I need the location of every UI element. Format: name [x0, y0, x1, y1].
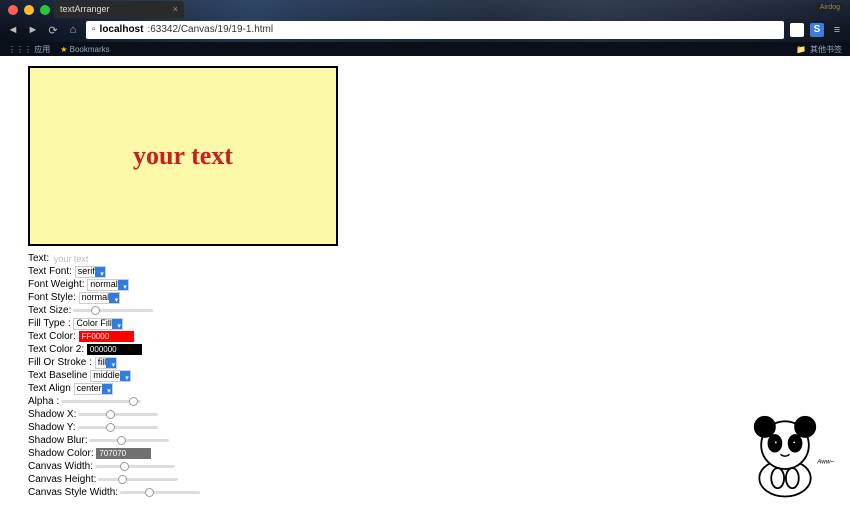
url-host: localhost — [100, 21, 144, 39]
align-select[interactable]: center▾ — [74, 383, 113, 395]
cheight-label: Canvas Height: — [28, 473, 96, 486]
weight-label: Font Weight: — [28, 278, 85, 291]
bookmarks-bar: ⋮⋮⋮ 应用 ★ Bookmarks 📁 其他书签 — [0, 42, 850, 56]
menu-icon[interactable]: ≡ — [830, 24, 844, 36]
cheight-slider[interactable] — [98, 478, 178, 481]
page-content: your text Text: Text Font: serif▾ Font W… — [0, 56, 850, 500]
svg-text:Aww~: Aww~ — [816, 459, 834, 466]
text-input[interactable] — [52, 254, 122, 264]
forward-icon[interactable]: ► — [26, 24, 40, 36]
ext-icon-1[interactable] — [790, 23, 804, 37]
shadowcolor-input[interactable]: 707070 — [96, 448, 151, 459]
shadowblur-label: Shadow Blur: — [28, 434, 87, 447]
bookmarks-link[interactable]: ★ Bookmarks — [60, 45, 109, 54]
baseline-select[interactable]: middle▾ — [90, 370, 131, 382]
fillstroke-label: Fill Or Stroke : — [28, 356, 92, 369]
canvas-preview: your text — [28, 66, 338, 246]
address-bar-row: ◄ ► ⟳ ⌂ ▫ localhost:63342/Canvas/19/19-1… — [0, 18, 850, 42]
fillstroke-select[interactable]: fill▾ — [95, 357, 118, 369]
other-bookmarks[interactable]: 📁 其他书签 — [796, 44, 842, 55]
shadowx-slider[interactable] — [78, 413, 158, 416]
shadowy-label: Shadow Y: — [28, 421, 76, 434]
baseline-label: Text Baseline — [28, 369, 87, 382]
close-tab-icon[interactable]: × — [173, 1, 178, 18]
align-label: Text Align — [28, 382, 71, 395]
color2-label: Text Color 2: — [28, 343, 84, 356]
shadowx-label: Shadow X: — [28, 408, 76, 421]
url-path: :63342/Canvas/19/19-1.html — [147, 21, 273, 39]
shadowblur-slider[interactable] — [89, 439, 169, 442]
text-label: Text: — [28, 252, 49, 265]
alpha-slider[interactable] — [61, 400, 141, 403]
filltype-label: Fill Type : — [28, 317, 71, 330]
reload-icon[interactable]: ⟳ — [46, 24, 60, 37]
color2-input[interactable]: 000000 — [87, 344, 142, 355]
alpha-label: Alpha : — [28, 395, 59, 408]
color1-input[interactable]: FF0000 — [79, 331, 135, 342]
cswidth-slider[interactable] — [120, 491, 200, 494]
font-select[interactable]: serif▾ — [75, 266, 106, 278]
browser-tab[interactable]: textArranger × — [54, 1, 184, 18]
shadowcolor-label: Shadow Color: — [28, 447, 94, 460]
shadowy-slider[interactable] — [78, 426, 158, 429]
extension-icons: S ≡ — [790, 23, 844, 37]
url-input[interactable]: ▫ localhost:63342/Canvas/19/19-1.html — [86, 21, 784, 39]
font-label: Text Font: — [28, 265, 72, 278]
back-icon[interactable]: ◄ — [6, 24, 20, 36]
canvas-text: your text — [133, 141, 233, 171]
cwidth-label: Canvas Width: — [28, 460, 93, 473]
minimize-icon[interactable] — [24, 5, 34, 15]
browser-chrome: Airdog textArranger × ◄ ► ⟳ ⌂ ▫ localhos… — [0, 0, 850, 42]
controls-panel: Text: Text Font: serif▾ Font Weight: nor… — [28, 252, 850, 499]
home-icon[interactable]: ⌂ — [66, 24, 80, 36]
ext-icon-s[interactable]: S — [810, 23, 824, 37]
size-label: Text Size: — [28, 304, 71, 317]
window-controls[interactable] — [8, 5, 50, 15]
size-slider[interactable] — [73, 309, 153, 312]
cwidth-slider[interactable] — [95, 465, 175, 468]
weight-select[interactable]: normal▾ — [87, 279, 129, 291]
maximize-icon[interactable] — [40, 5, 50, 15]
tab-title: textArranger — [60, 1, 110, 18]
page-icon: ▫ — [92, 21, 96, 39]
style-select[interactable]: normal▾ — [79, 292, 121, 304]
color1-label: Text Color: — [28, 330, 76, 343]
apps-icon[interactable]: ⋮⋮⋮ 应用 — [8, 44, 50, 55]
cswidth-label: Canvas Style Width: — [28, 486, 118, 499]
panda-mascot: Aww~ — [730, 405, 840, 500]
filltype-select[interactable]: Color Fill▾ — [73, 318, 123, 330]
style-label: Font Style: — [28, 291, 76, 304]
close-icon[interactable] — [8, 5, 18, 15]
airdog-badge: Airdog — [816, 3, 844, 12]
